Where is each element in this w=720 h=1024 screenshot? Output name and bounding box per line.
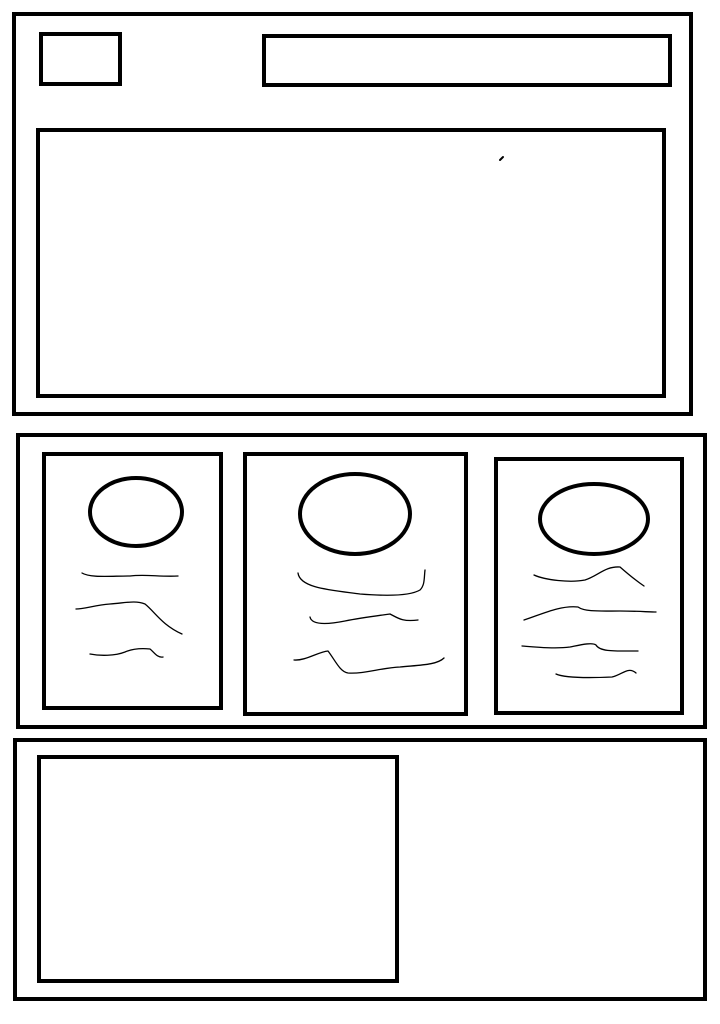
card-1 <box>42 452 223 710</box>
card-3-text-line-3 <box>521 643 639 652</box>
header-section-frame <box>12 12 693 416</box>
card-2-text-line-3 <box>293 650 445 674</box>
card-2-text-line-2 <box>309 613 419 625</box>
card-2 <box>243 452 468 716</box>
card-2-text-line-1 <box>297 569 426 596</box>
card-2-frame <box>243 452 468 716</box>
hero-box <box>36 128 666 398</box>
card-3-frame <box>494 457 684 715</box>
stray-mark <box>499 156 504 161</box>
logo-box <box>39 32 122 86</box>
card-2-avatar-circle <box>298 472 412 556</box>
wireframe-sketch <box>12 12 707 1001</box>
card-1-text-line-3 <box>89 647 164 658</box>
footer-section <box>13 738 707 1001</box>
header-section <box>12 12 693 416</box>
card-1-text-line-1 <box>81 572 179 578</box>
footer-section-frame <box>13 738 707 1001</box>
card-1-frame <box>42 452 223 710</box>
nav-bar-box <box>262 34 672 87</box>
card-1-avatar-circle <box>88 476 184 548</box>
footer-content-box <box>37 755 399 983</box>
card-1-text-line-2 <box>75 601 183 635</box>
card-3-text-line-2 <box>523 606 657 621</box>
card-3-text-line-4 <box>555 669 637 679</box>
cards-section <box>16 433 707 729</box>
card-3 <box>494 457 684 715</box>
card-3-text-line-1 <box>533 566 645 587</box>
card-3-avatar-circle <box>538 482 650 556</box>
